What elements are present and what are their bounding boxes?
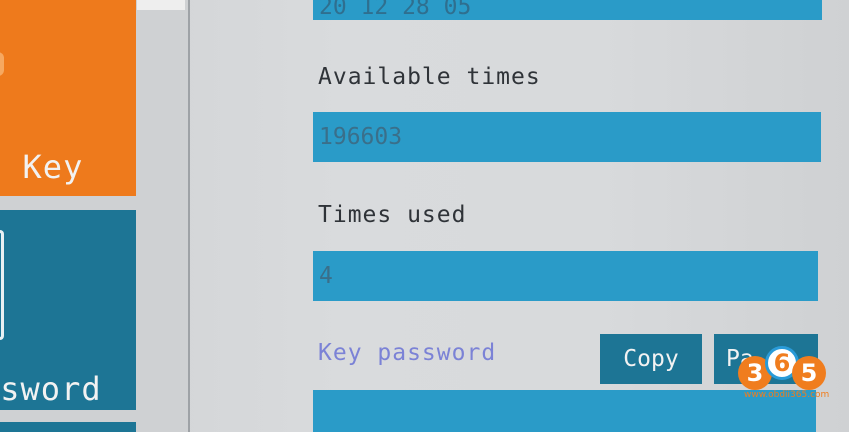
copy-button-label: Copy bbox=[623, 346, 679, 372]
sidebar: e Key ssword bbox=[0, 0, 190, 432]
panel-divider bbox=[188, 0, 190, 432]
available-times-label: Available times bbox=[318, 64, 541, 90]
top-value-text: 20 12 28 05 bbox=[319, 0, 472, 20]
sidebar-tile-key[interactable]: e Key bbox=[0, 0, 136, 196]
key-icon bbox=[0, 52, 4, 76]
times-used-value: 4 bbox=[319, 263, 333, 289]
key-password-label: Key password bbox=[318, 340, 497, 366]
app-screen: e Key ssword 20 12 28 05 Available times… bbox=[0, 0, 849, 432]
sidebar-tile-next[interactable] bbox=[0, 422, 136, 432]
watermark-url: www.obdii365.com bbox=[744, 390, 830, 400]
available-times-value: 196603 bbox=[319, 124, 403, 150]
top-value-field[interactable]: 20 12 28 05 bbox=[313, 0, 822, 20]
sidebar-tile-password[interactable]: ssword bbox=[0, 210, 136, 410]
available-times-field[interactable]: 196603 bbox=[313, 112, 821, 162]
watermark-digit-right: 5 bbox=[792, 356, 826, 390]
sidebar-tile-password-label: ssword bbox=[0, 370, 102, 408]
copy-button[interactable]: Copy bbox=[600, 334, 702, 384]
watermark-logo: 3 6 5 www.obdii365.com bbox=[738, 340, 830, 404]
times-used-field[interactable]: 4 bbox=[313, 251, 818, 301]
lock-icon bbox=[0, 230, 4, 340]
top-stub bbox=[137, 0, 185, 10]
sidebar-tile-key-label: e Key bbox=[0, 148, 84, 186]
times-used-label: Times used bbox=[318, 202, 467, 228]
